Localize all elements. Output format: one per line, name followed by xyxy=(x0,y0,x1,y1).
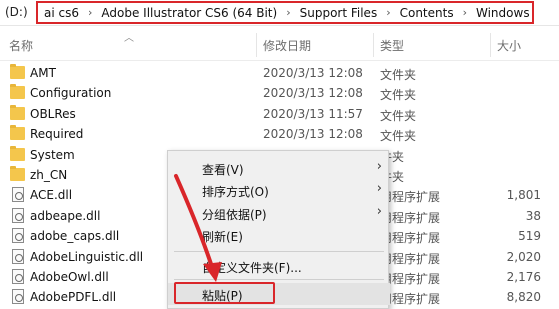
menu-separator xyxy=(174,279,384,280)
file-size: 519 xyxy=(518,229,541,244)
menu-item-label: 排序方式(O) xyxy=(202,185,269,199)
column-type[interactable]: 类型 xyxy=(380,37,404,54)
folder-icon xyxy=(10,165,25,181)
breadcrumb-item-illustrator[interactable]: Adobe Illustrator CS6 (64 Bit) xyxy=(99,6,279,20)
column-name[interactable]: 名称 xyxy=(9,37,33,54)
column-divider[interactable] xyxy=(256,33,257,57)
menu-item-group-by[interactable]: 分组依据(P) › xyxy=(168,202,390,224)
chevron-right-icon[interactable]: › xyxy=(88,6,92,19)
dll-file-icon xyxy=(12,289,24,305)
file-size: 38 xyxy=(525,208,541,223)
dll-file-icon xyxy=(12,207,24,223)
list-item[interactable]: Required 2020/3/13 12:08 文件夹 xyxy=(0,124,559,144)
chevron-right-icon[interactable]: › xyxy=(286,6,290,19)
folder-icon xyxy=(10,125,25,141)
list-item[interactable]: AMT 2020/3/13 12:08 文件夹 xyxy=(0,63,559,83)
folder-icon xyxy=(10,145,25,161)
chevron-right-icon[interactable]: › xyxy=(463,6,467,19)
list-item[interactable]: Configuration 2020/3/13 12:08 文件夹 xyxy=(0,83,559,103)
breadcrumb[interactable]: ai cs6 › Adobe Illustrator CS6 (64 Bit) … xyxy=(36,1,534,24)
file-name: zh_CN xyxy=(30,167,68,182)
folder-icon xyxy=(10,64,25,79)
menu-item-sort-by[interactable]: 排序方式(O) › xyxy=(168,179,390,201)
file-name: AMT xyxy=(30,66,56,80)
dll-file-icon xyxy=(12,268,24,284)
file-type: 文件夹 xyxy=(380,129,417,144)
file-name: ACE.dll xyxy=(30,188,73,203)
folder-icon xyxy=(10,84,25,100)
column-divider[interactable] xyxy=(373,33,374,57)
file-size: 8,820 xyxy=(506,290,541,305)
file-date: 2020/3/13 12:08 xyxy=(263,66,363,80)
file-date: 2020/3/13 12:08 xyxy=(263,86,363,101)
file-name: adbeape.dll xyxy=(30,208,101,223)
file-name: OBLRes xyxy=(30,106,76,121)
dll-file-icon xyxy=(12,228,24,244)
file-type: 文件夹 xyxy=(380,108,417,123)
menu-item-label: 分组依据(P) xyxy=(202,208,267,222)
file-name: System xyxy=(30,147,75,162)
menu-item-view[interactable]: 查看(V) › xyxy=(168,157,390,179)
menu-item-refresh[interactable]: 刷新(E) xyxy=(168,224,390,246)
menu-item-label: 查看(V) xyxy=(202,163,244,177)
file-name: adobe_caps.dll xyxy=(30,229,120,244)
list-item[interactable]: OBLRes 2020/3/13 11:57 文件夹 xyxy=(0,104,559,124)
file-size: 1,801 xyxy=(506,188,541,203)
breadcrumb-item-support-files[interactable]: Support Files xyxy=(298,6,380,20)
address-bar[interactable]: (D:) ai cs6 › Adobe Illustrator CS6 (64 … xyxy=(0,0,559,26)
file-date: 2020/3/13 12:08 xyxy=(263,127,363,142)
file-name: AdobeLinguistic.dll xyxy=(30,249,144,264)
menu-item-label: 自定义文件夹(F)... xyxy=(202,261,302,275)
chevron-right-icon[interactable]: › xyxy=(386,6,390,19)
breadcrumb-item-ai-cs6[interactable]: ai cs6 xyxy=(42,6,81,20)
file-size: 2,176 xyxy=(506,269,541,284)
column-divider[interactable] xyxy=(490,33,491,57)
file-date: 2020/3/13 11:57 xyxy=(263,106,363,121)
file-type: 文件夹 xyxy=(380,88,417,103)
file-name: Required xyxy=(30,127,84,142)
column-header: 名称 ︿ 修改日期 类型 大小 xyxy=(0,27,559,61)
menu-separator xyxy=(174,251,384,252)
file-name: AdobeOwl.dll xyxy=(30,269,109,284)
file-name: AdobePDFL.dll xyxy=(30,290,117,305)
paste-highlight-box xyxy=(174,282,275,304)
menu-item-label: 刷新(E) xyxy=(202,230,243,244)
file-size: 2,020 xyxy=(506,249,541,264)
menu-item-customize-folder[interactable]: 自定义文件夹(F)... xyxy=(168,255,390,277)
breadcrumb-item-windows[interactable]: Windows xyxy=(474,6,532,20)
file-type: 文件夹 xyxy=(380,68,417,82)
breadcrumb-item-contents[interactable]: Contents xyxy=(398,6,456,20)
chevron-right-icon: › xyxy=(376,181,382,196)
dll-file-icon xyxy=(12,248,24,264)
column-date[interactable]: 修改日期 xyxy=(263,37,311,54)
drive-label[interactable]: (D:) xyxy=(5,5,28,19)
folder-icon xyxy=(10,104,25,120)
chevron-right-icon: › xyxy=(376,204,382,219)
column-size[interactable]: 大小 xyxy=(497,37,521,54)
chevron-up-icon: ︿ xyxy=(124,33,134,44)
context-menu: 查看(V) › 排序方式(O) › 分组依据(P) › 刷新(E) 自定义文件夹… xyxy=(167,150,390,309)
chevron-right-icon: › xyxy=(376,159,382,174)
file-name: Configuration xyxy=(30,86,112,101)
dll-file-icon xyxy=(12,187,24,203)
